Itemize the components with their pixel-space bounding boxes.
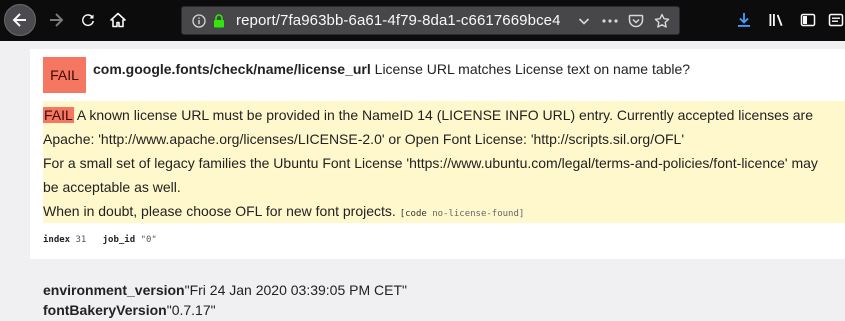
code-tag: [code no-license-found] <box>400 209 525 219</box>
job-id-value: "0" <box>140 235 157 245</box>
fontbakery-version-value: "0.7.17" <box>166 302 216 318</box>
sidebar-toggle-button[interactable] <box>796 8 820 32</box>
status-badge: FAIL <box>43 57 86 93</box>
environment-version-value: "Fri 24 Jan 2020 03:39:05 PM CET" <box>184 282 407 298</box>
bookmark-star-icon[interactable] <box>652 11 672 31</box>
forward-arrow-icon <box>50 13 64 27</box>
back-arrow-icon <box>12 13 26 27</box>
library-icon <box>769 14 783 26</box>
lock-icon[interactable] <box>210 11 228 31</box>
reader-view-icon <box>828 13 844 27</box>
library-button[interactable] <box>764 8 788 32</box>
index-value: 31 <box>75 235 87 245</box>
check-title: com.google.fonts/check/name/license_url … <box>93 61 690 77</box>
report-page: FAIL com.google.fonts/check/name/license… <box>0 41 845 321</box>
check-id: com.google.fonts/check/name/license_url <box>93 61 371 77</box>
message-line: For a small set of legacy families the U… <box>43 155 818 171</box>
info-icon[interactable] <box>188 11 210 31</box>
reload-button[interactable] <box>76 8 100 32</box>
code-label: [code <box>399 209 427 219</box>
job-id-label: job_id <box>102 235 136 245</box>
reader-view-button[interactable] <box>824 8 845 32</box>
pocket-icon[interactable] <box>626 11 646 31</box>
message-status: FAIL <box>43 107 74 123</box>
check-meta: index 31 job_id "0" <box>43 235 157 245</box>
fontbakery-version: fontBakeryVersion"0.7.17" <box>43 302 216 318</box>
downloads-button[interactable] <box>732 8 756 32</box>
reload-icon <box>82 14 94 27</box>
browser-toolbar: report/7fa963bb-6a61-4f79-8da1-c6617669b… <box>0 0 845 41</box>
url-text[interactable]: report/7fa963bb-6a61-4f79-8da1-c6617669b… <box>236 12 561 29</box>
environment-version: environment_version"Fri 24 Jan 2020 03:3… <box>43 282 407 298</box>
sidebar-icon <box>800 13 816 27</box>
message-line: When in doubt, please choose OFL for new… <box>43 203 524 219</box>
message-line: be acceptable as well. <box>43 179 181 195</box>
home-button[interactable] <box>106 8 130 32</box>
home-icon <box>110 12 126 28</box>
chevron-down-icon[interactable] <box>575 12 593 30</box>
message-text: A known license URL must be provided in … <box>76 107 814 123</box>
check-result: FAIL com.google.fonts/check/name/license… <box>30 49 845 259</box>
index-label: index <box>43 235 71 245</box>
fontbakery-version-label: fontBakeryVersion <box>43 302 167 318</box>
check-message: FAIL A known license URL must be provide… <box>43 101 845 223</box>
message-line: Apache: 'http://www.apache.org/licenses/… <box>43 131 684 147</box>
check-description: License URL matches License text on name… <box>374 61 691 77</box>
more-actions-icon[interactable] <box>599 11 621 31</box>
code-value: no-license-found] <box>432 209 525 219</box>
environment-version-label: environment_version <box>43 282 185 298</box>
forward-button[interactable] <box>44 8 68 32</box>
back-button[interactable] <box>4 4 36 36</box>
download-icon <box>738 13 750 27</box>
address-bar[interactable]: report/7fa963bb-6a61-4f79-8da1-c6617669b… <box>181 6 680 35</box>
message-text: When in doubt, please choose OFL for new… <box>43 203 396 219</box>
message-line: FAIL A known license URL must be provide… <box>43 107 813 123</box>
